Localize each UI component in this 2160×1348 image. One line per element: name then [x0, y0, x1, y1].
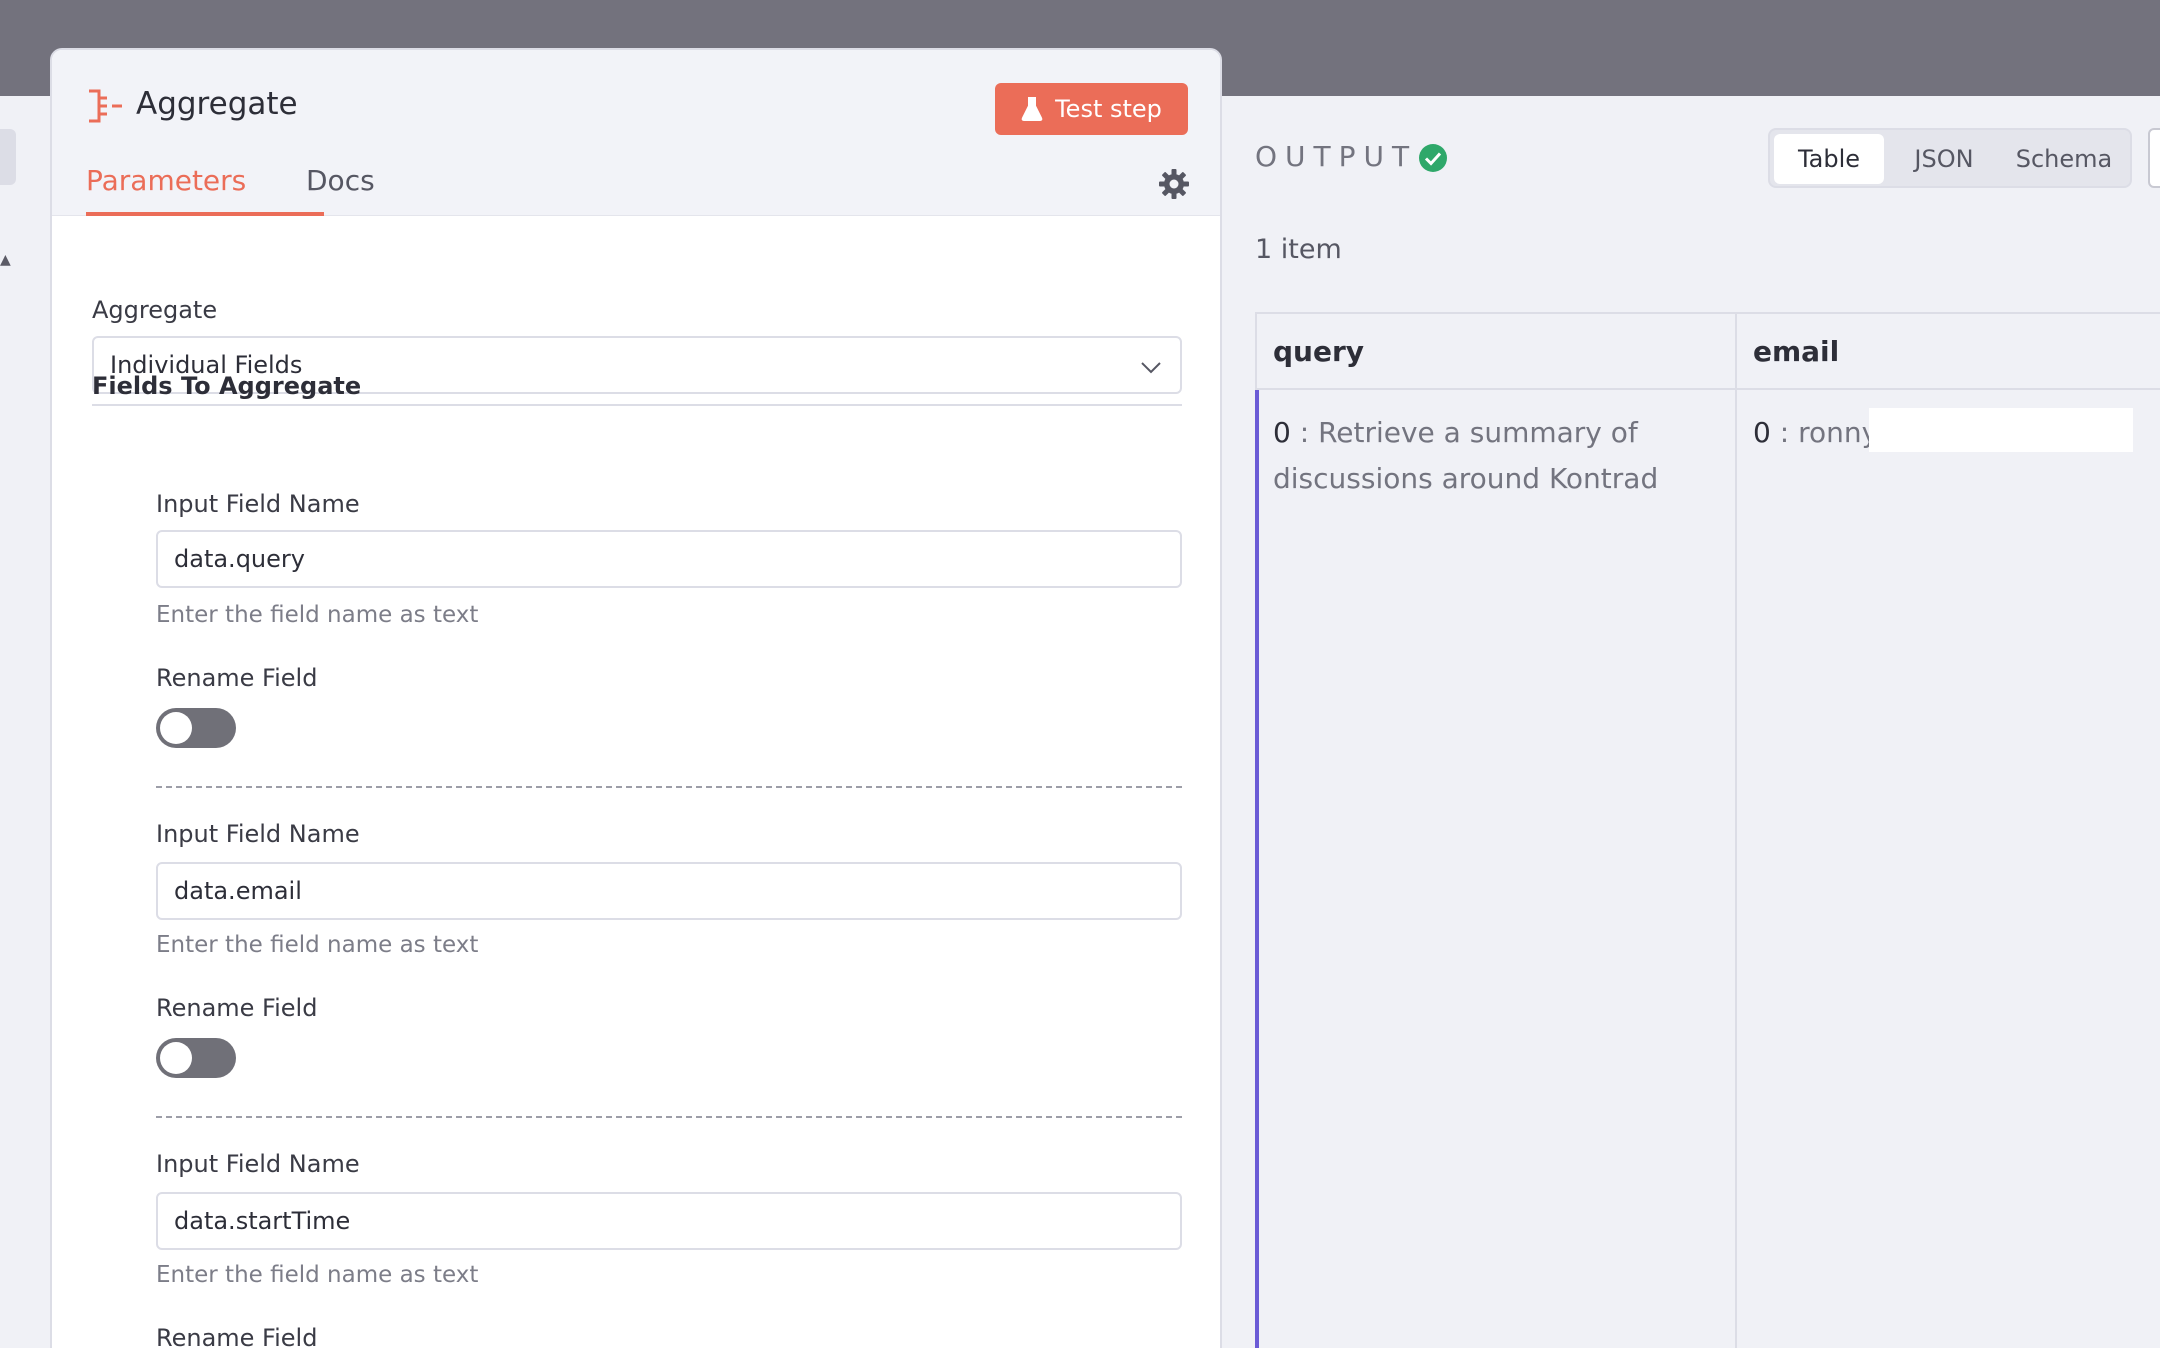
aggregate-icon [89, 89, 122, 123]
view-schema-button[interactable]: Schema [2002, 134, 2126, 184]
email-index: 0 [1753, 416, 1771, 449]
column-divider [1735, 390, 1737, 1348]
gear-icon[interactable] [1158, 168, 1190, 200]
field-hint: Enter the field name as text [156, 932, 479, 958]
column-header-query: query [1257, 314, 1737, 390]
row-accent-bar [1255, 390, 1259, 1348]
input-field-name-label: Input Field Name [156, 490, 360, 518]
table-cell-query: 0 : Retrieve a summary of discussions ar… [1273, 416, 1659, 495]
rename-field-label: Rename Field [156, 664, 318, 692]
redacted-area [1869, 408, 2133, 452]
fields-to-aggregate-title: Fields To Aggregate [92, 372, 362, 400]
input-field-name-input[interactable]: data.query [156, 530, 1182, 588]
output-table: query email 0 : Retrieve a summary of di… [1255, 312, 2160, 1348]
field-divider [156, 786, 1182, 788]
rename-field-toggle[interactable] [156, 708, 236, 748]
rename-field-toggle[interactable] [156, 1038, 236, 1078]
output-extra-control[interactable] [2148, 128, 2160, 188]
output-view-switch: Table JSON Schema [1768, 128, 2132, 188]
tab-docs[interactable]: Docs [306, 164, 375, 216]
input-field-name-label: Input Field Name [156, 820, 360, 848]
node-parameters-panel: Aggregate Test step Parameters Docs Aggr… [50, 48, 1222, 1348]
column-header-email: email [1737, 314, 2160, 390]
view-table-button[interactable]: Table [1774, 134, 1884, 184]
view-json-button[interactable]: JSON [1894, 134, 1994, 184]
field-hint: Enter the field name as text [156, 602, 479, 628]
rename-field-label: Rename Field [156, 1324, 318, 1348]
left-arrow-icon: ▲ [0, 252, 11, 268]
tab-parameters[interactable]: Parameters [86, 164, 324, 216]
panel-header: Aggregate Test step Parameters Docs [52, 50, 1220, 216]
chevron-down-icon [1141, 362, 1161, 374]
field-hint: Enter the field name as text [156, 1262, 479, 1288]
item-count: 1 item [1255, 234, 1342, 265]
test-step-button[interactable]: Test step [995, 83, 1188, 135]
input-field-name-input[interactable]: data.startTime [156, 1192, 1182, 1250]
query-value: Retrieve a summary of discussions around… [1273, 416, 1659, 495]
flask-icon [1021, 97, 1043, 121]
node-title: Aggregate [136, 86, 298, 122]
left-panel-edge[interactable] [0, 129, 16, 185]
email-value: ronny [1798, 416, 1879, 449]
rename-field-label: Rename Field [156, 994, 318, 1022]
output-label: OUTPUT [1255, 140, 1418, 173]
input-field-name-label: Input Field Name [156, 1150, 360, 1178]
query-index: 0 [1273, 416, 1291, 449]
test-step-label: Test step [1055, 95, 1162, 123]
aggregate-label: Aggregate [92, 296, 218, 324]
input-field-name-input[interactable]: data.email [156, 862, 1182, 920]
field-divider [156, 1116, 1182, 1118]
success-check-icon [1419, 144, 1447, 172]
section-divider [92, 404, 1182, 406]
